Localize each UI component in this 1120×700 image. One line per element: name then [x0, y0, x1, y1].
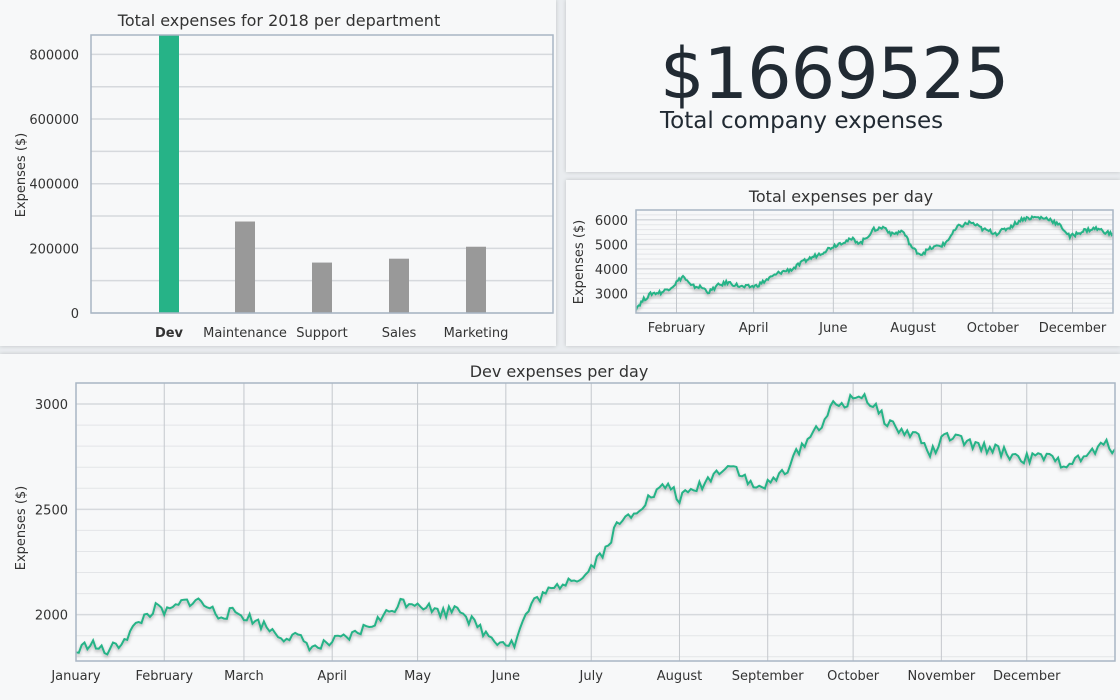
y-tick-label: 5000 — [595, 238, 628, 253]
series-line — [636, 214, 1113, 311]
x-tick-label: April — [317, 669, 347, 684]
x-tick-label: June — [491, 669, 520, 684]
dev-per-day-chart: Dev expenses per day Expenses ($) 2000 25… — [14, 362, 1116, 684]
bar-dev — [159, 35, 179, 313]
x-tick-label: January — [50, 669, 101, 684]
chart-title: Dev expenses per day — [470, 362, 649, 381]
y-tick-label: 6000 — [595, 214, 628, 229]
bar-support — [312, 262, 332, 313]
x-tick-label: August — [657, 669, 703, 684]
dev-per-day-panel: Dev expenses per day Expenses ($) 2000 25… — [0, 354, 1120, 700]
y-tick-label: 4000 — [595, 263, 628, 278]
y-tick-label: 800000 — [29, 48, 79, 63]
total-expenses-panel: $1669525 Total company expenses — [566, 0, 1120, 172]
bar-marketing — [466, 246, 486, 313]
x-tick-label: October — [967, 321, 1020, 336]
department-expenses-panel: Total expenses for 2018 per department E… — [0, 0, 556, 346]
y-tick-label: 600000 — [29, 113, 79, 128]
x-tick-label: February — [648, 321, 706, 336]
total-per-day-chart: Total expenses per day Expenses ($) 3000… — [572, 187, 1114, 336]
x-tick-label: Sales — [382, 326, 417, 341]
y-tick-label: 400000 — [29, 178, 79, 193]
y-axis-label: Expenses ($) — [14, 486, 29, 571]
chart-title: Total expenses for 2018 per department — [117, 11, 440, 30]
y-tick-label: 2000 — [35, 609, 68, 624]
x-tick-label: May — [404, 669, 431, 684]
department-expenses-chart: Total expenses for 2018 per department E… — [14, 11, 554, 341]
total-expenses-label: Total company expenses — [660, 108, 944, 134]
total-per-day-panel: Total expenses per day Expenses ($) 3000… — [566, 180, 1120, 346]
x-tick-label: June — [818, 321, 847, 336]
y-axis-label: Expenses ($) — [572, 220, 587, 305]
y-axis-label: Expenses ($) — [14, 133, 29, 218]
x-tick-label: November — [908, 669, 976, 684]
y-tick-label: 200000 — [29, 242, 79, 257]
y-tick-label: 3000 — [595, 287, 628, 302]
x-tick-label: December — [1039, 321, 1107, 336]
x-tick-label: July — [579, 669, 604, 684]
x-tick-label: April — [739, 321, 769, 336]
total-expenses-value: $1669525 — [660, 33, 1009, 115]
x-tick-label: December — [993, 669, 1061, 684]
y-tick-label: 3000 — [35, 398, 68, 413]
y-tick-label: 0 — [71, 307, 79, 322]
x-tick-label: August — [890, 321, 936, 336]
x-tick-label: September — [732, 669, 805, 684]
chart-title: Total expenses per day — [748, 187, 933, 206]
x-tick-label: Dev — [155, 326, 184, 341]
plot-frame — [635, 209, 1114, 314]
x-tick-label: Maintenance — [203, 326, 287, 341]
bar-maintenance — [235, 221, 255, 313]
y-tick-label: 2500 — [35, 503, 68, 518]
x-tick-label: March — [224, 669, 264, 684]
bar-sales — [389, 258, 409, 313]
x-tick-label: October — [827, 669, 880, 684]
x-tick-label: February — [135, 669, 193, 684]
x-tick-label: Marketing — [444, 326, 509, 341]
x-tick-label: Support — [296, 326, 347, 341]
